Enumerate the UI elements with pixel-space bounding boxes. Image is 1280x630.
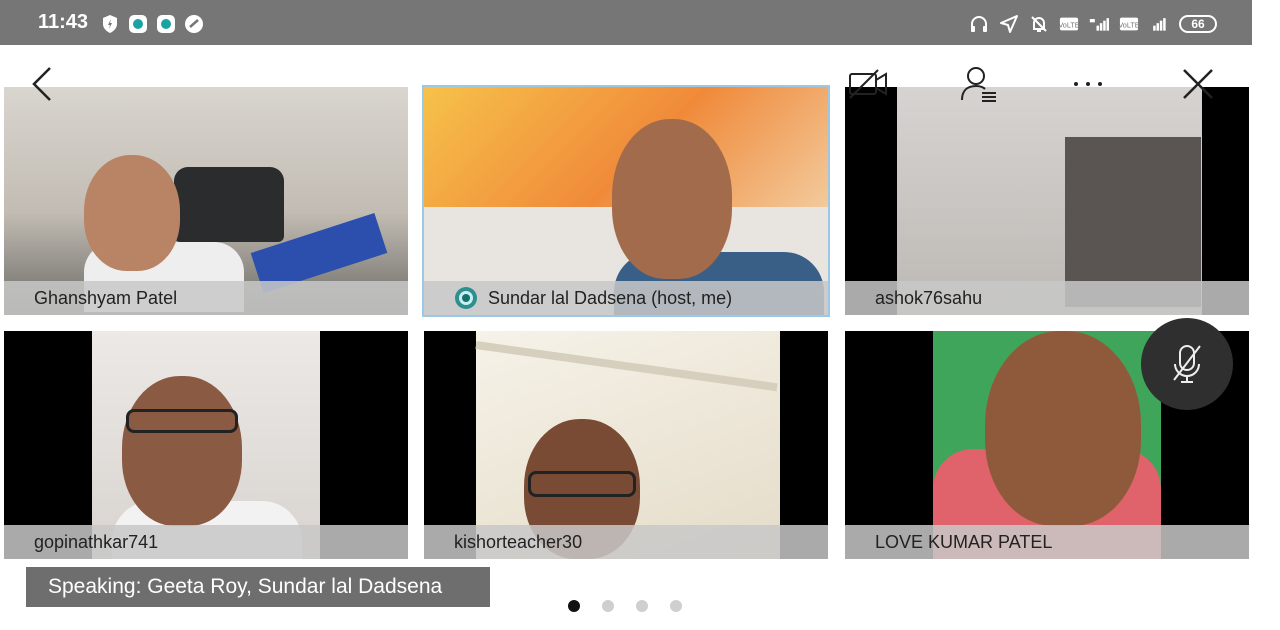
location-icon xyxy=(1000,15,1018,33)
app-icon-1 xyxy=(129,15,147,33)
volte-icon-2: VoLTE xyxy=(1119,17,1139,31)
mute-button[interactable] xyxy=(1141,318,1233,410)
signal-icon xyxy=(1153,18,1166,31)
participant-name-bar: Ghanshyam Patel xyxy=(4,281,408,315)
page-dot-3[interactable] xyxy=(636,600,648,612)
participant-name: LOVE KUMAR PATEL xyxy=(875,531,1053,552)
page-indicator[interactable] xyxy=(568,600,682,612)
participant-name: gopinathkar741 xyxy=(34,531,159,552)
svg-text:VoLTE: VoLTE xyxy=(1119,21,1139,30)
page-dot-1[interactable] xyxy=(568,600,580,612)
video-tile-gopinathkar741[interactable]: gopinathkar741 xyxy=(4,331,408,559)
host-badge-icon xyxy=(455,287,477,309)
glasses-shape xyxy=(126,409,238,433)
participant-name-bar: LOVE KUMAR PATEL xyxy=(845,525,1249,559)
mic-off-icon xyxy=(1173,345,1201,383)
participants-button[interactable] xyxy=(958,64,998,104)
signal-4g-icon xyxy=(1089,18,1109,31)
battery-indicator: 66 xyxy=(1179,15,1217,33)
participant-name: kishorteacher30 xyxy=(454,531,583,552)
face-shape xyxy=(84,155,180,271)
video-tile-ghanshyam-patel[interactable]: Ghanshyam Patel xyxy=(4,87,408,315)
page-dot-4[interactable] xyxy=(670,600,682,612)
participants-icon xyxy=(961,67,996,102)
participant-name: Ghanshyam Patel xyxy=(34,287,178,308)
participant-name-bar: Sundar lal Dadsena (host, me) xyxy=(424,281,828,315)
more-icon xyxy=(1074,82,1102,86)
glasses-shape xyxy=(528,471,636,497)
sync-icon xyxy=(185,15,203,33)
app-icon-2 xyxy=(157,15,175,33)
participant-name-bar: kishorteacher30 xyxy=(424,525,828,559)
speaking-text: Speaking: Geeta Roy, Sundar lal Dadsena xyxy=(48,575,443,598)
face-shape xyxy=(612,119,732,279)
volte-icon: VoLTE xyxy=(1059,17,1079,31)
car-shape xyxy=(174,167,284,242)
participant-name-bar: gopinathkar741 xyxy=(4,525,408,559)
face-shape xyxy=(985,331,1141,526)
bell-off-icon xyxy=(1031,16,1047,32)
participant-name: Sundar lal Dadsena (host, me) xyxy=(488,287,733,308)
video-tile-sundar-lal-dadsena[interactable]: Sundar lal Dadsena (host, me) xyxy=(422,85,830,317)
page-dot-2[interactable] xyxy=(602,600,614,612)
screen-edge xyxy=(1252,0,1280,630)
stop-video-button[interactable] xyxy=(848,64,888,104)
video-tile-ashok76sahu[interactable]: ashok76sahu xyxy=(845,87,1249,315)
svg-text:VoLTE: VoLTE xyxy=(1059,21,1079,30)
status-bar: 11:43 VoLTE VoLTE 66 xyxy=(0,0,1252,45)
close-icon xyxy=(1183,69,1213,99)
close-button[interactable] xyxy=(1178,64,1218,104)
clock: 11:43 xyxy=(38,11,89,33)
face-shape xyxy=(122,376,242,526)
system-icons: VoLTE VoLTE 66 xyxy=(969,14,1217,34)
notification-icons xyxy=(100,14,204,34)
headset-icon xyxy=(971,16,987,32)
back-chevron-icon xyxy=(32,67,51,101)
video-off-icon xyxy=(849,69,887,99)
participant-name-bar: ashok76sahu xyxy=(845,281,1249,315)
speaking-banner: Speaking: Geeta Roy, Sundar lal Dadsena xyxy=(26,567,490,607)
more-button[interactable] xyxy=(1068,64,1108,104)
video-tile-kishorteacher30[interactable]: kishorteacher30 xyxy=(424,331,828,559)
participant-name: ashok76sahu xyxy=(875,287,983,308)
shield-icon xyxy=(103,15,117,33)
back-button[interactable] xyxy=(22,64,62,104)
